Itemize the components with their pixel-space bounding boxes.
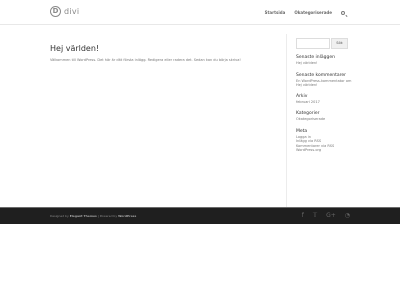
widget-title-recent-comments: Senaste kommentarer bbox=[296, 72, 347, 78]
google-plus-icon[interactable]: G+ bbox=[326, 212, 336, 219]
sidebar-divider bbox=[286, 34, 287, 210]
logo-text: divi bbox=[64, 7, 80, 16]
meta-wordpress-link[interactable]: WordPress.org bbox=[296, 148, 352, 153]
footer-credit: Designed by Elegant Themes | Powered by … bbox=[50, 214, 136, 218]
sidebar-search-input[interactable] bbox=[296, 38, 330, 49]
site-logo[interactable]: D divi bbox=[50, 6, 79, 17]
social-links: f 𝕋 G+ ◔ bbox=[302, 212, 350, 219]
category-link[interactable]: Okategoriserade bbox=[296, 117, 352, 123]
facebook-icon[interactable]: f bbox=[302, 212, 304, 219]
site-footer: Designed by Elegant Themes | Powered by … bbox=[0, 208, 400, 224]
credit-prefix: Designed by bbox=[50, 214, 69, 218]
site-header: D divi Startsida Okategoriserade bbox=[0, 0, 400, 24]
search-icon[interactable] bbox=[341, 10, 345, 15]
post-excerpt: Välkommen till WordPress. Det här är dit… bbox=[50, 58, 241, 62]
recent-comment-post[interactable]: Hej världen! bbox=[296, 83, 352, 88]
recent-post-link[interactable]: Hej världen! bbox=[296, 61, 352, 67]
header-divider bbox=[0, 24, 400, 25]
rss-icon[interactable]: ◔ bbox=[345, 212, 350, 219]
main-nav: Startsida Okategoriserade bbox=[265, 10, 345, 15]
post-title[interactable]: Hej världen! bbox=[50, 44, 280, 54]
credit-platform-link[interactable]: WordPress bbox=[118, 214, 136, 218]
logo-mark: D bbox=[50, 6, 61, 17]
sidebar-search: Sök bbox=[296, 38, 352, 49]
main-content: Hej världen! Välkommen till WordPress. D… bbox=[50, 44, 280, 63]
sidebar: Sök Senaste inläggen Hej världen! Senast… bbox=[296, 38, 352, 153]
credit-mid: | Powered by bbox=[97, 214, 118, 218]
sidebar-search-button[interactable]: Sök bbox=[331, 38, 348, 49]
nav-item-okategoriserade[interactable]: Okategoriserade bbox=[294, 10, 332, 15]
credit-designer-link[interactable]: Elegant Themes bbox=[70, 214, 97, 218]
archive-link[interactable]: februari 2017 bbox=[296, 100, 352, 106]
twitter-icon[interactable]: 𝕋 bbox=[313, 212, 317, 219]
nav-item-startsida[interactable]: Startsida bbox=[265, 10, 286, 15]
